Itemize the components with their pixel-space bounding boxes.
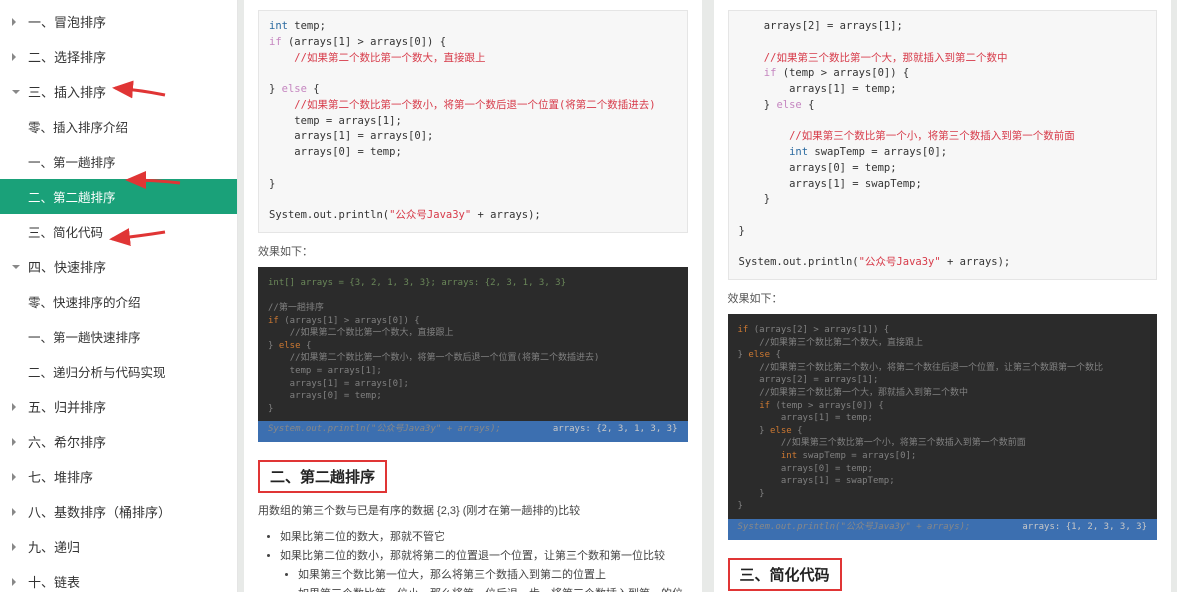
nav-label: 八、基数排序（桶排序） (28, 502, 171, 521)
nav-item[interactable]: 四、快速排序 (0, 249, 237, 284)
nav-item[interactable]: 二、第二趟排序 (0, 179, 237, 214)
caret-down-icon (12, 90, 20, 98)
nav-item[interactable]: 八、基数排序（桶排序） (0, 494, 237, 529)
nav-item[interactable]: 六、希尔排序 (0, 424, 237, 459)
nav-label: 五、归并排序 (28, 397, 106, 416)
result-label: 效果如下： (258, 243, 688, 259)
bullet-item: 如果比第二位的数大，那就不管它 (280, 528, 688, 547)
paragraph: 用数组的第三个数与已是有序的数据 {2,3} (刚才在第一趟排的)比较 (258, 503, 688, 521)
nav-label: 一、第一趟排序 (28, 152, 116, 171)
nav-item[interactable]: 三、简化代码 (0, 214, 237, 249)
caret-right-icon (12, 543, 20, 551)
code-block-1: int temp; if (arrays[1] > arrays[0]) { /… (258, 10, 688, 233)
nav-item[interactable]: 五、归并排序 (0, 389, 237, 424)
caret-right-icon (12, 18, 20, 26)
nav-item[interactable]: 二、选择排序 (0, 39, 237, 74)
nav-item[interactable]: 零、快速排序的介绍 (0, 284, 237, 319)
nav-label: 三、简化代码 (28, 222, 103, 241)
nav-label: 六、希尔排序 (28, 432, 106, 451)
nav-item[interactable]: 零、插入排序介绍 (0, 109, 237, 144)
nav-item[interactable]: 十、链表 (0, 564, 237, 592)
panel-right[interactable]: arrays[2] = arrays[1]; //如果第三个数比第一个大，那就插… (714, 0, 1172, 592)
content-panels: int temp; if (arrays[1] > arrays[0]) { /… (238, 0, 1177, 592)
result-label: 效果如下： (728, 290, 1158, 306)
heading-second-pass: 二、第二趟排序 (258, 460, 387, 493)
caret-right-icon (12, 438, 20, 446)
caret-right-icon (12, 508, 20, 516)
nav-item[interactable]: 九、递归 (0, 529, 237, 564)
nav-item[interactable]: 一、第一趟排序 (0, 144, 237, 179)
nav-item[interactable]: 一、第一趟快速排序 (0, 319, 237, 354)
caret-right-icon (12, 403, 20, 411)
bullet-list: 如果比第二位的数大，那就不管它如果比第二位的数小，那就将第二的位置退一个位置，让… (258, 528, 688, 592)
nav-label: 二、第二趟排序 (28, 187, 116, 206)
nav-label: 二、选择排序 (28, 47, 106, 66)
caret-right-icon (12, 53, 20, 61)
screenshot-code-2: if (arrays[2] > arrays[1]) { //如果第三个数比第二… (728, 314, 1158, 540)
caret-right-icon (12, 473, 20, 481)
nav-label: 三、插入排序 (28, 82, 106, 101)
nav-label: 九、递归 (28, 537, 80, 556)
nav-label: 零、快速排序的介绍 (28, 292, 141, 311)
nav-label: 七、堆排序 (28, 467, 93, 486)
nav-label: 四、快速排序 (28, 257, 106, 276)
nav-item[interactable]: 二、递归分析与代码实现 (0, 354, 237, 389)
nav-label: 二、递归分析与代码实现 (28, 362, 166, 381)
screenshot-code-1: int[] arrays = {3, 2, 1, 3, 3}; arrays: … (258, 267, 688, 442)
nav-item[interactable]: 一、冒泡排序 (0, 4, 237, 39)
nav-item[interactable]: 七、堆排序 (0, 459, 237, 494)
panel-left[interactable]: int temp; if (arrays[1] > arrays[0]) { /… (244, 0, 702, 592)
bullet-item: 如果第三个数比第一位大，那么将第三个数插入到第二的位置上 (298, 566, 688, 585)
bullet-item: 如果第三个数比第一位小，那么将第一位后退一步，将第三个数插入到第一的位置上 (298, 585, 688, 592)
caret-right-icon (12, 578, 20, 586)
nav-label: 零、插入排序介绍 (28, 117, 128, 136)
caret-down-icon (12, 265, 20, 273)
bullet-item: 如果比第二位的数小，那就将第二的位置退一个位置，让第三个数和第一位比较如果第三个… (280, 547, 688, 592)
nav-label: 一、冒泡排序 (28, 12, 106, 31)
code-block-3: arrays[2] = arrays[1]; //如果第三个数比第一个大，那就插… (728, 10, 1158, 280)
nav-label: 一、第一趟快速排序 (28, 327, 141, 346)
heading-simplify-code: 三、简化代码 (728, 558, 842, 591)
nav-label: 十、链表 (28, 572, 80, 591)
sidebar: 一、冒泡排序二、选择排序三、插入排序零、插入排序介绍一、第一趟排序二、第二趟排序… (0, 0, 238, 592)
nav-item[interactable]: 三、插入排序 (0, 74, 237, 109)
